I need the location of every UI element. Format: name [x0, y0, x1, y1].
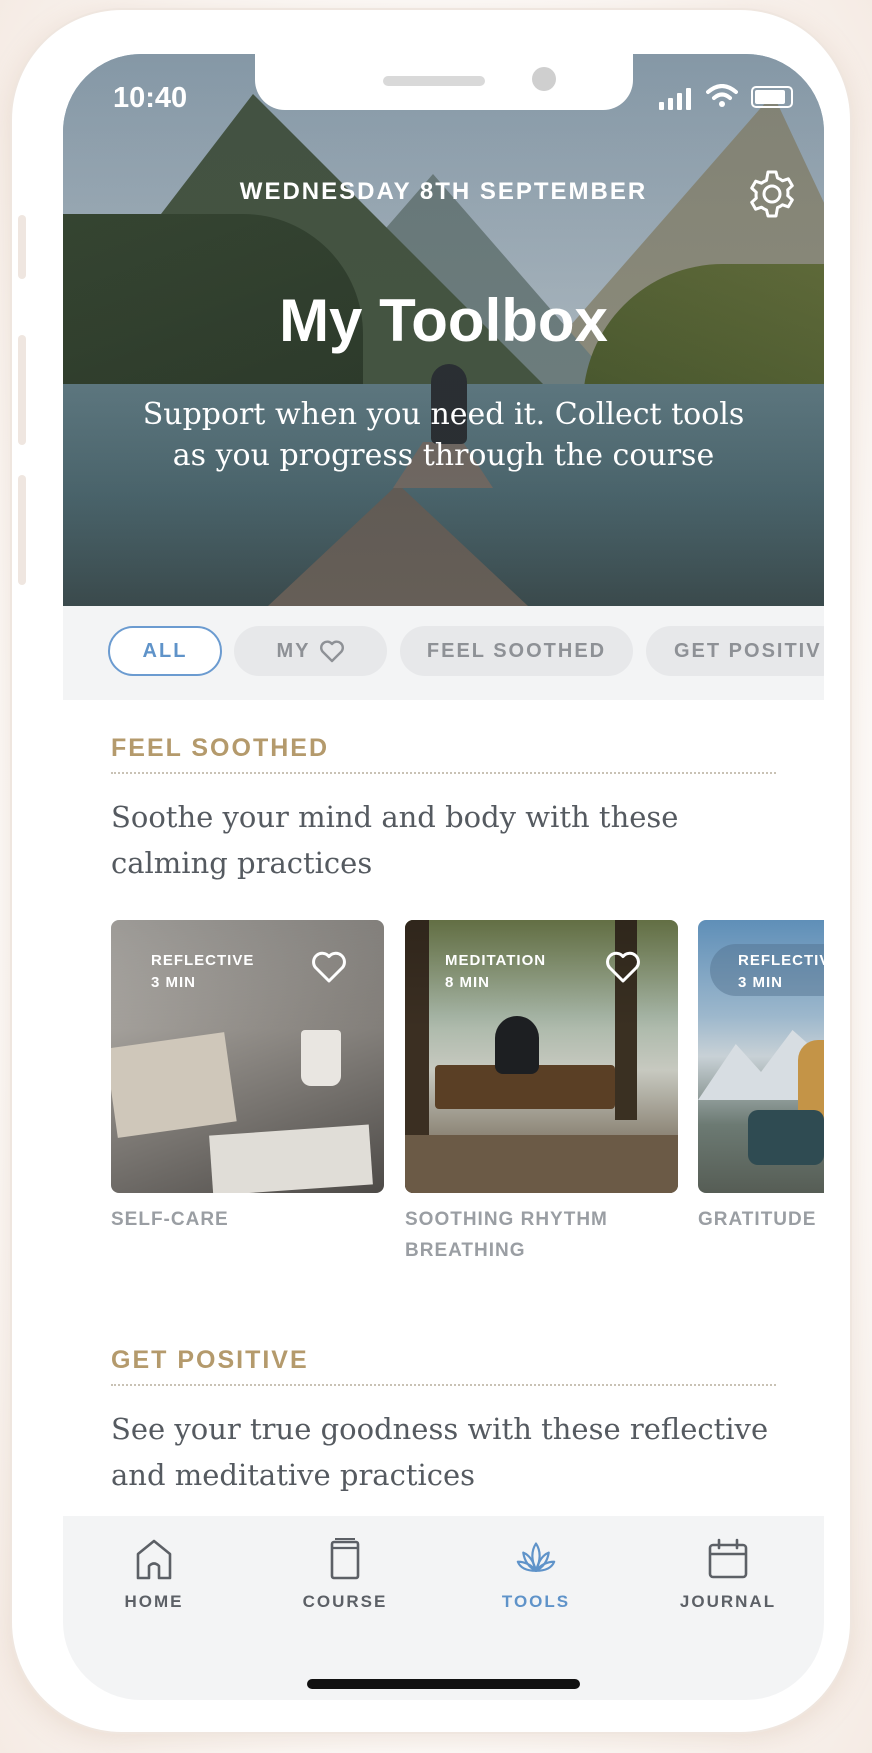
filter-chip-label: FEEL SOOTHED [426, 639, 607, 662]
filter-chip-bar[interactable]: ALL MY FEEL SOOTHED GET POSITIV [63, 606, 824, 700]
lotus-icon [516, 1542, 556, 1572]
status-icons [659, 84, 799, 110]
card-title[interactable]: GRATITUDE [698, 1204, 824, 1235]
filter-chip-my-favorites[interactable]: MY [234, 626, 387, 676]
backpack-illustration [748, 1110, 824, 1165]
phone-frame: 10:40 WEDNESDAY 8TH SEPTEMBER My Toolbox… [12, 10, 850, 1732]
section-title-feel-soothed: FEEL SOOTHED [111, 734, 330, 762]
tool-card-gratitude[interactable]: REFLECTIV 3 MIN [698, 920, 824, 1193]
filter-chip-feel-soothed[interactable]: FEEL SOOTHED [400, 626, 633, 676]
filter-chip-get-positive[interactable]: GET POSITIV [646, 626, 824, 676]
page-title: My Toolbox [279, 287, 608, 354]
mute-switch [18, 215, 26, 279]
section-title-get-positive: GET POSITIVE [111, 1346, 309, 1374]
filter-chip-label: MY [276, 639, 311, 662]
section-divider [111, 1384, 776, 1386]
nav-label: JOURNAL [679, 1592, 777, 1611]
calendar-icon [708, 1538, 748, 1579]
status-time: 10:40 [113, 82, 188, 114]
card-duration: 3 MIN [151, 974, 197, 991]
front-camera [532, 67, 556, 91]
settings-gear-icon[interactable] [744, 166, 800, 222]
card-title[interactable]: SELF-CARE [111, 1204, 384, 1235]
nav-item-tools[interactable]: TOOLS [456, 1536, 616, 1626]
card-tag: REFLECTIVE 3 MIN [151, 950, 254, 994]
app-screen: 10:40 WEDNESDAY 8TH SEPTEMBER My Toolbox… [63, 54, 824, 1700]
nav-label: TOOLS [501, 1592, 571, 1611]
nav-label: COURSE [302, 1592, 388, 1611]
favorite-heart-icon[interactable] [605, 950, 641, 984]
device-notch [255, 54, 633, 110]
current-date: WEDNESDAY 8TH SEPTEMBER [239, 178, 648, 205]
page-subtitle: Support when you need it. Collect tools … [142, 397, 745, 473]
card-duration: 3 MIN [738, 974, 784, 991]
section-description: Soothe your mind and body with these cal… [111, 800, 679, 880]
section-divider [111, 772, 776, 774]
card-type: REFLECTIVE [151, 952, 255, 969]
card-tag: REFLECTIV 3 MIN [738, 950, 824, 994]
nav-label: HOME [124, 1592, 184, 1611]
tool-card-self-care[interactable]: REFLECTIVE 3 MIN [111, 920, 384, 1193]
nav-item-journal[interactable]: JOURNAL [648, 1536, 808, 1626]
heart-icon [319, 640, 344, 663]
volume-down-button [18, 475, 26, 585]
card-title[interactable]: SOOTHING RHYTHM BREATHING [405, 1204, 678, 1266]
card-duration: 8 MIN [445, 974, 491, 991]
section-description: See your true goodness with these reflec… [111, 1412, 769, 1492]
filter-chip-all[interactable]: ALL [108, 626, 222, 676]
home-indicator[interactable] [307, 1679, 580, 1689]
volume-up-button [18, 335, 26, 445]
card-type: REFLECTIV [738, 952, 824, 969]
filter-chip-label: ALL [142, 639, 188, 662]
signal-icon [659, 102, 664, 110]
filter-chip-label: GET POSITIV [674, 639, 822, 662]
speaker-grille [383, 76, 485, 86]
bottom-navigation: HOME COURSE TOOLS JOURNAL [63, 1516, 824, 1700]
book-icon [330, 1538, 360, 1580]
battery-icon [751, 86, 793, 108]
tool-card-soothing-rhythm-breathing[interactable]: MEDITATION 8 MIN [405, 920, 678, 1193]
wifi-icon [706, 84, 738, 107]
nav-item-home[interactable]: HOME [74, 1536, 234, 1626]
home-icon [136, 1539, 172, 1580]
card-tag: MEDITATION 8 MIN [445, 950, 546, 994]
favorite-heart-icon[interactable] [311, 950, 347, 984]
card-type: MEDITATION [445, 952, 547, 969]
nav-item-course[interactable]: COURSE [265, 1536, 425, 1626]
